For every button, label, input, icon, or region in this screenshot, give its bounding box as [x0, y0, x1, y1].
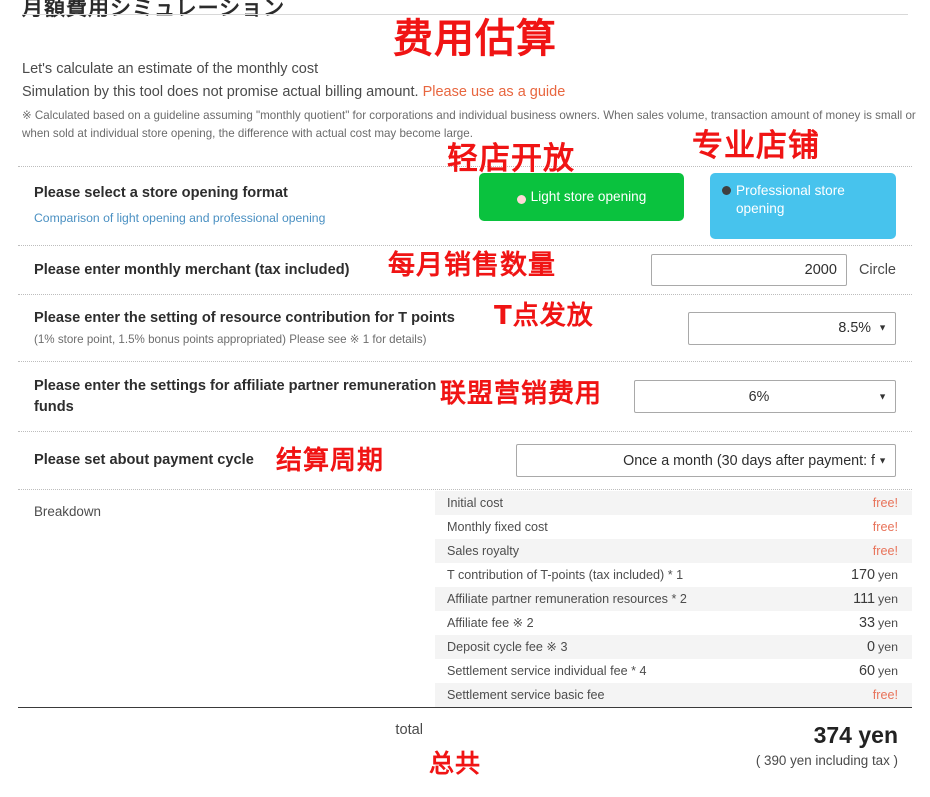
row-store-format: Please select a store opening format Com… [18, 166, 912, 246]
notice-text: ※ Calculated based on a guideline assumi… [22, 109, 916, 140]
breakdown-row-name: Affiliate fee ※ 2 [447, 616, 534, 630]
affiliate-control: 6% ▼ [634, 380, 912, 413]
store-format-comparison-link[interactable]: Comparison of light opening and professi… [34, 209, 325, 227]
breakdown-row: Settlement service basic fee free! [435, 683, 912, 707]
breakdown-row-currency: yen [878, 568, 898, 582]
breakdown-row: Affiliate partner remuneration resources… [435, 587, 912, 611]
breakdown-row: Deposit cycle fee ※ 3 0 yen [435, 635, 912, 659]
t-points-select[interactable]: 8.5% ▼ [688, 311, 896, 345]
breakdown-row-currency: yen [878, 616, 898, 630]
total-section: total 374 yen ( 390 yen including tax ) [18, 708, 912, 772]
light-store-opening-label: Light store opening [530, 189, 647, 204]
breakdown-section: Breakdown Initial cost free! Monthly fixed… [18, 490, 912, 708]
t-points-control: 8.5% ▼ [688, 311, 912, 345]
row-affiliate: Please enter the settings for affiliate … [18, 362, 912, 432]
t-points-select-value: 8.5% [838, 320, 871, 336]
professional-store-opening-label: Professional store opening [736, 183, 845, 216]
breakdown-label: Breakdown [34, 504, 101, 519]
t-points-sublabel: (1% store point, 1.5% bonus points appro… [34, 333, 427, 346]
radio-unselected-icon [722, 186, 731, 195]
payment-cycle-select[interactable]: Once a month (30 days after payment: f ▼ [516, 444, 896, 477]
t-points-label: Please enter the setting of resource con… [34, 310, 455, 326]
page-title: 月額費用シミュレーション [22, 0, 286, 20]
total-value-group: 374 yen ( 390 yen including tax ) [435, 722, 912, 772]
intro-line-2-text: Simulation by this tool does not promise… [22, 84, 423, 100]
payment-cycle-label-group: Please set about payment cycle [18, 450, 254, 471]
guide-link[interactable]: Please use as a guide [423, 84, 566, 100]
monthly-merchant-unit: Circle [858, 262, 896, 278]
monthly-merchant-control: Circle [650, 254, 912, 286]
monthly-merchant-label: Please enter monthly merchant (tax inclu… [34, 261, 350, 278]
breakdown-row: T contribution of T-points (tax included… [435, 563, 912, 587]
breakdown-row-currency: yen [878, 592, 898, 606]
breakdown-row: Sales royalty free! [435, 539, 912, 563]
intro-block: Let's calculate an estimate of the month… [22, 58, 912, 104]
breakdown-row-name: Settlement service basic fee [447, 688, 605, 702]
monthly-merchant-label-group: Please enter monthly merchant (tax inclu… [18, 260, 349, 281]
breakdown-row-value: free! [872, 688, 898, 702]
breakdown-row-name: Initial cost [447, 496, 503, 510]
row-payment-cycle: Please set about payment cycle Once a mo… [18, 432, 912, 490]
payment-cycle-label: Please set about payment cycle [34, 452, 254, 468]
professional-store-opening-button[interactable]: Professional store opening [710, 173, 896, 239]
breakdown-row-name: T contribution of T-points (tax included… [447, 568, 684, 582]
breakdown-row-value: 60 yen [859, 663, 898, 679]
breakdown-row-value: 0 yen [867, 639, 898, 655]
breakdown-row-amount: 111 [853, 591, 876, 607]
breakdown-row-value: free! [872, 496, 898, 510]
monthly-merchant-input[interactable] [650, 254, 847, 286]
total-label: total [395, 722, 423, 738]
store-format-options: Light store opening Professional store o… [479, 173, 896, 239]
breakdown-row: Monthly fixed cost free! [435, 515, 912, 539]
breakdown-row: Affiliate fee ※ 2 33 yen [435, 611, 912, 635]
breakdown-row: Initial cost free! [435, 491, 912, 515]
breakdown-row-name: Affiliate partner remuneration resources… [447, 592, 687, 606]
chevron-down-icon: ▼ [878, 322, 887, 333]
breakdown-row-name: Settlement service individual fee * 4 [447, 664, 647, 678]
chevron-down-icon: ▼ [878, 455, 887, 465]
breakdown-row-currency: yen [878, 664, 898, 678]
breakdown-row-amount: 60 [859, 663, 876, 679]
breakdown-row-value: 33 yen [859, 615, 898, 631]
light-store-opening-button[interactable]: Light store opening [479, 173, 684, 221]
affiliate-select[interactable]: 6% ▼ [634, 380, 896, 413]
breakdown-row-amount: 170 [851, 567, 876, 583]
breakdown-row-value: free! [872, 520, 898, 534]
simulation-form: Please select a store opening format Com… [18, 166, 912, 772]
total-tax-note: ( 390 yen including tax ) [755, 753, 898, 768]
chevron-down-icon: ▼ [878, 391, 887, 401]
breakdown-row-amount: 0 [867, 639, 876, 655]
breakdown-row-name: Monthly fixed cost [447, 520, 548, 534]
affiliate-label: Please enter the settings for affiliate … [34, 377, 437, 415]
payment-cycle-control: Once a month (30 days after payment: f ▼ [516, 444, 912, 477]
radio-selected-icon [516, 194, 526, 204]
title-divider [22, 14, 908, 15]
affiliate-select-value: 6% [748, 388, 770, 405]
breakdown-row-currency: yen [878, 640, 898, 654]
breakdown-row: Settlement service individual fee * 4 60 y… [435, 659, 912, 683]
store-format-label-group: Please select a store opening format Com… [18, 179, 325, 227]
intro-line-2: Simulation by this tool does not promise… [22, 81, 912, 104]
row-monthly-merchant: Please enter monthly merchant (tax inclu… [18, 246, 912, 295]
breakdown-row-name: Deposit cycle fee ※ 3 [447, 640, 568, 654]
breakdown-row-value: 111 yen [853, 591, 898, 607]
t-points-label-group: Please enter the setting of resource con… [18, 308, 455, 348]
total-amount: 374 yen [813, 722, 898, 748]
affiliate-label-group: Please enter the settings for affiliate … [18, 376, 438, 418]
breakdown-row-value: 170 yen [851, 567, 898, 583]
breakdown-row-value: free! [872, 544, 898, 558]
intro-line-1: Let's calculate an estimate of the month… [22, 61, 319, 77]
breakdown-table: Initial cost free! Monthly fixed cost free!… [435, 490, 912, 707]
breakdown-row-amount: 33 [859, 615, 876, 631]
row-t-points: Please enter the setting of resource con… [18, 295, 912, 362]
breakdown-row-name: Sales royalty [447, 544, 520, 558]
payment-cycle-select-value: Once a month (30 days after payment: f [623, 452, 875, 469]
store-format-label: Please select a store opening format [34, 185, 288, 201]
